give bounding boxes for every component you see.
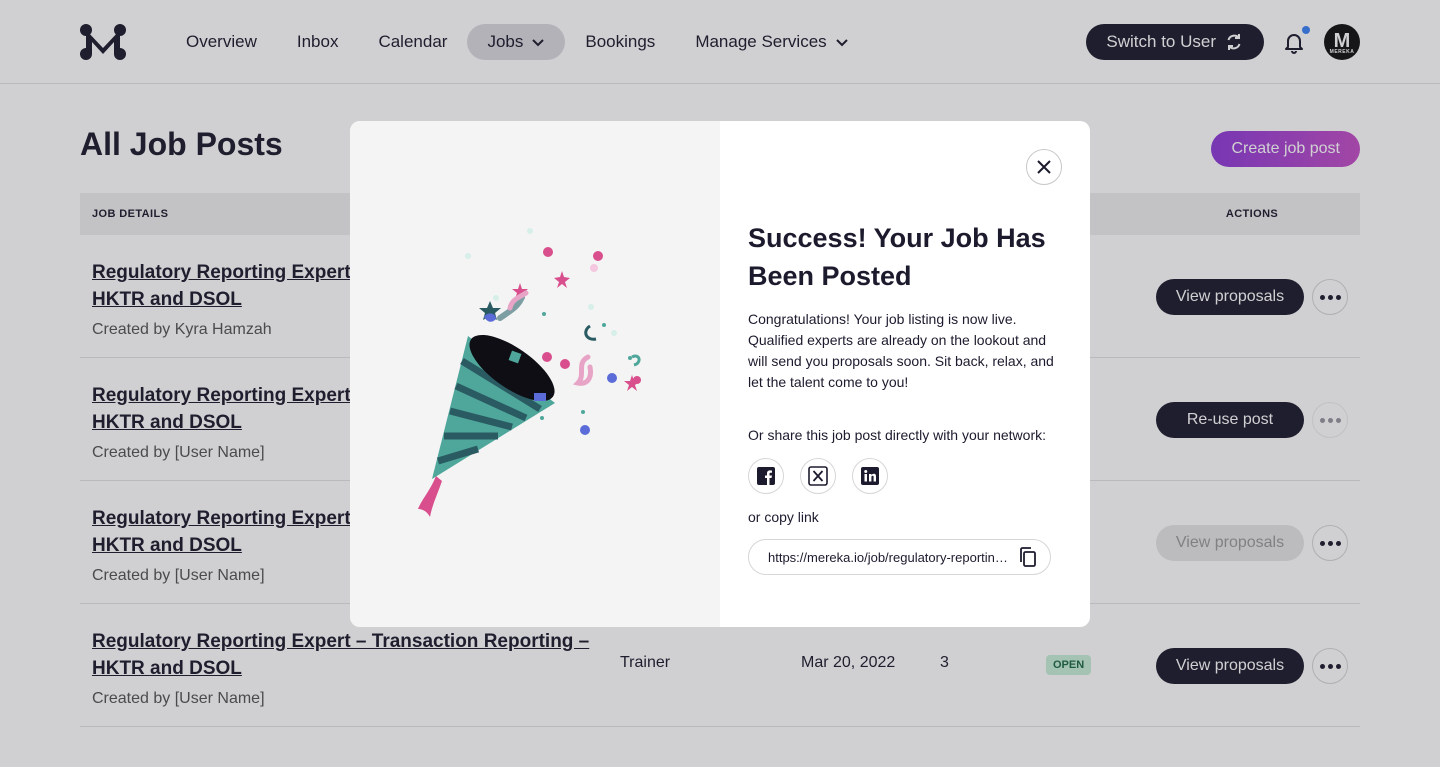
- job-link-field[interactable]: https://mereka.io/job/regulatory-reporti…: [748, 539, 1051, 575]
- x-icon: [808, 466, 828, 486]
- share-label: Or share this job post directly with you…: [748, 427, 1047, 443]
- modal-title: Success! Your Job Has Been Posted: [748, 223, 1046, 291]
- facebook-icon: [757, 467, 775, 485]
- close-icon: [1037, 160, 1051, 174]
- modal-illustration-panel: [350, 121, 720, 627]
- party-popper-illustration: [418, 228, 641, 517]
- modal-content-panel: Success! Your Job Has Been Posted Congra…: [720, 121, 1090, 627]
- job-link-text: https://mereka.io/job/regulatory-reporti…: [768, 549, 1008, 565]
- share-buttons: [748, 458, 888, 494]
- copy-icon: [1020, 547, 1036, 567]
- copy-link-label: or copy link: [748, 509, 819, 525]
- close-modal-button[interactable]: [1026, 149, 1062, 185]
- modal-message: Congratulations! Your job listing is now…: [748, 311, 1054, 390]
- share-facebook-button[interactable]: [748, 458, 784, 494]
- share-x-button[interactable]: [800, 458, 836, 494]
- linkedin-icon: [861, 467, 879, 485]
- copy-link-button[interactable]: [1016, 545, 1040, 569]
- share-linkedin-button[interactable]: [852, 458, 888, 494]
- success-modal: Success! Your Job Has Been Posted Congra…: [350, 121, 1090, 627]
